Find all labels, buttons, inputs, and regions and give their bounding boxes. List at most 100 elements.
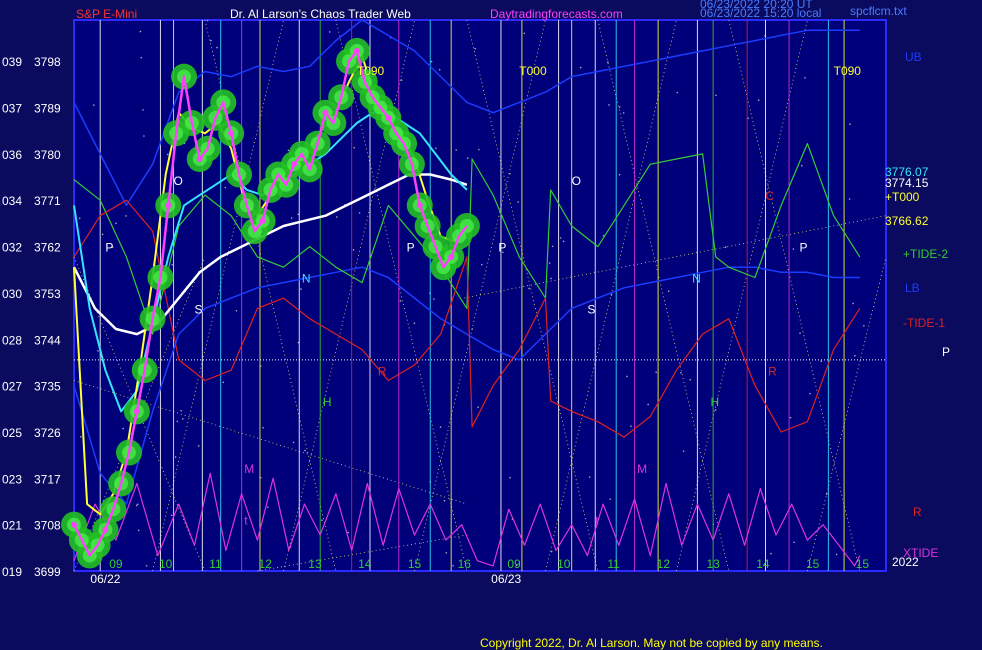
- x-hour-label: 15: [856, 557, 870, 571]
- star-dot: [757, 99, 760, 102]
- star-dot: [863, 324, 865, 327]
- price-point: [448, 253, 455, 260]
- star-dot: [287, 149, 290, 152]
- price-point: [71, 521, 77, 528]
- star-dot: [266, 506, 269, 508]
- planet-letter-label: R: [378, 364, 387, 378]
- star-dot: [682, 450, 685, 452]
- star-dot: [509, 476, 511, 479]
- right-marker-label: 3774.15: [885, 176, 929, 190]
- star-dot: [551, 245, 554, 248]
- price-point: [353, 47, 360, 54]
- data-file-name: spcflcm.txt: [850, 4, 907, 18]
- star-dot: [789, 416, 792, 419]
- star-dot: [852, 302, 854, 305]
- right-marker-label: R: [913, 505, 922, 519]
- site-url[interactable]: Daytradingforecasts.com: [490, 7, 623, 21]
- price-point: [102, 526, 109, 533]
- star-dot: [550, 550, 553, 553]
- y-tick-price: 3735: [34, 380, 61, 394]
- star-dot: [466, 157, 469, 159]
- star-dot: [430, 60, 433, 63]
- star-dot: [197, 445, 200, 447]
- star-dot: [137, 529, 140, 532]
- price-point: [385, 114, 392, 121]
- price-point: [291, 161, 298, 168]
- planet-letter-label: P: [407, 241, 415, 255]
- star-dot: [626, 375, 628, 378]
- star-dot: [835, 553, 838, 556]
- star-dot: [78, 217, 81, 220]
- star-dot: [433, 298, 435, 300]
- star-dot: [142, 109, 144, 111]
- price-point: [322, 109, 329, 116]
- star-dot: [618, 173, 621, 176]
- planet-letter-label: N: [302, 272, 311, 286]
- right-marker-label: LB: [905, 281, 920, 295]
- star-dot: [235, 309, 238, 312]
- star-dot: [809, 392, 811, 395]
- star-dot: [206, 19, 209, 22]
- star-dot: [353, 146, 355, 149]
- star-dot: [854, 354, 856, 357]
- chart-svg: POSMtNHRP POSMtNHRCPT090 T000 T090 S&P E-Mi…: [2, 0, 950, 650]
- star-dot: [80, 435, 82, 438]
- planet-letter-label: O: [572, 174, 581, 188]
- price-point: [133, 408, 140, 415]
- x-hour-label: 12: [657, 557, 671, 571]
- y-tick-price: 3798: [34, 55, 61, 69]
- star-dot: [714, 409, 717, 411]
- star-dot: [800, 164, 803, 167]
- top-event-label: T090: [834, 64, 862, 78]
- x-date-label: 06/22: [90, 572, 120, 586]
- star-dot: [523, 32, 526, 35]
- star-dot: [335, 216, 338, 218]
- star-dot: [799, 332, 801, 334]
- star-dot: [140, 56, 143, 59]
- y-tick-code: 039: [2, 55, 22, 69]
- star-dot: [300, 288, 302, 290]
- x-hour-label: 14: [756, 557, 770, 571]
- star-dot: [477, 406, 479, 409]
- price-point: [196, 156, 203, 163]
- star-dot: [145, 565, 148, 567]
- y-tick-price: 3726: [34, 426, 61, 440]
- star-dot: [770, 552, 772, 555]
- y-tick-price: 3744: [34, 333, 61, 347]
- star-dot: [210, 39, 212, 42]
- y-tick-code: 036: [2, 148, 22, 162]
- star-dot: [352, 249, 355, 251]
- x-hour-label: 15: [408, 557, 422, 571]
- star-dot: [474, 47, 476, 50]
- right-marker-label: UB: [905, 50, 922, 64]
- planet-letter-label: R: [768, 364, 777, 378]
- star-dot: [292, 441, 295, 444]
- star-dot: [562, 240, 565, 243]
- star-dot: [820, 360, 823, 363]
- planet-letter-label: H: [323, 395, 332, 409]
- star-dot: [216, 46, 218, 49]
- y-tick-code: 030: [2, 287, 22, 301]
- y-tick-code: 019: [2, 565, 22, 579]
- y-tick-code: 034: [2, 194, 22, 208]
- star-dot: [222, 381, 225, 384]
- star-dot: [579, 66, 582, 69]
- star-dot: [290, 217, 293, 219]
- star-dot: [849, 123, 851, 126]
- star-dot: [435, 147, 437, 149]
- planet-letter-label: M: [637, 462, 647, 476]
- star-dot: [517, 201, 520, 203]
- planet-letter-label: S: [587, 303, 595, 317]
- star-dot: [588, 476, 591, 478]
- planet-letter-label: P: [800, 241, 808, 255]
- star-dot: [667, 290, 670, 292]
- star-dot: [171, 263, 173, 266]
- star-dot: [399, 300, 402, 302]
- planet-letter-label: P: [498, 241, 506, 255]
- x-hour-label: 16: [458, 557, 472, 571]
- price-point: [165, 202, 172, 209]
- star-dot: [174, 456, 177, 458]
- star-dot: [825, 493, 828, 495]
- planet-letter-label: S: [194, 303, 202, 317]
- star-dot: [304, 449, 306, 452]
